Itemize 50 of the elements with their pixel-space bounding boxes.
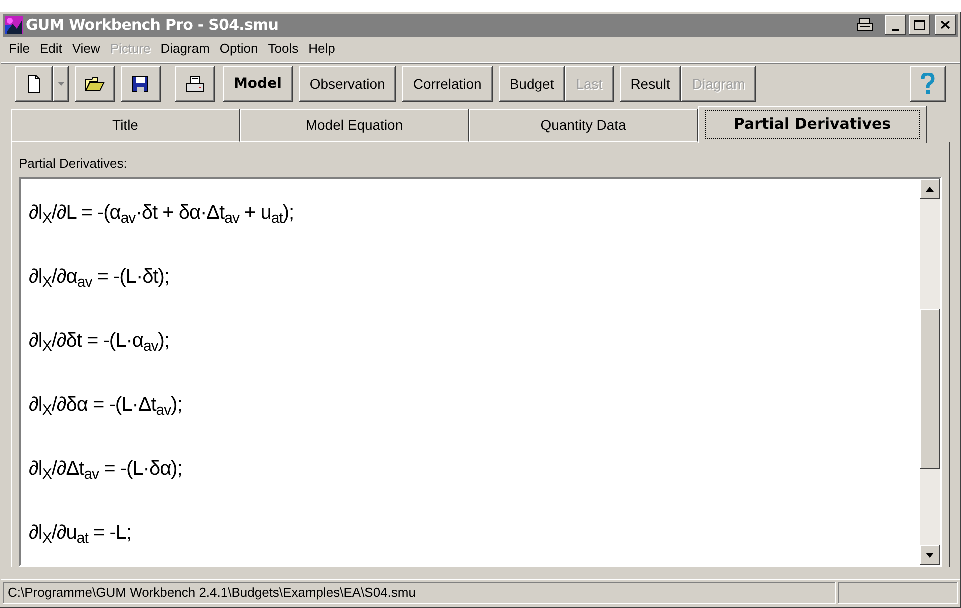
menu-item[interactable]: File (4, 39, 35, 59)
equation: ∂l$_{X}$/∂Δt$_{av}$ = -(L·δα); (29, 457, 182, 484)
new-button[interactable] (15, 66, 53, 102)
menu-item[interactable]: Tools (263, 39, 304, 59)
open-button[interactable] (75, 66, 115, 102)
maximize-button[interactable] (909, 15, 930, 36)
toolbar-button[interactable]: Correlation (402, 66, 493, 102)
equation: ∂l$_{X}$/∂α$_{av}$ = -(L·δt); (29, 265, 170, 292)
tab[interactable]: Title (11, 108, 240, 142)
vertical-scrollbar[interactable] (920, 179, 940, 566)
help-icon (921, 73, 935, 96)
up-arrow-icon (926, 186, 934, 192)
menu-item[interactable]: View (67, 39, 106, 59)
scroll-down-button[interactable] (920, 545, 940, 566)
minimize-icon (892, 29, 899, 32)
equation: ∂l$_{X}$/∂u$_{at}$ = -L; (29, 521, 132, 548)
scroll-thumb[interactable] (920, 309, 940, 470)
folder-icon (85, 74, 105, 94)
panel-label: Partial Derivatives: (19, 154, 128, 173)
toolbar-button[interactable]: Model (223, 66, 293, 102)
menu-item[interactable]: Option (214, 39, 264, 59)
menu-item[interactable]: Diagram (156, 39, 215, 59)
status-bar-path: C:\Programme\GUM Workbench 2.4.1\Budgets\Examples\EA\S04.smu (3, 582, 836, 604)
print-button[interactable] (175, 66, 215, 102)
maximize-icon (914, 20, 925, 30)
new-document-icon (25, 74, 43, 94)
tab[interactable]: Model Equation (240, 108, 469, 142)
scroll-up-button[interactable] (920, 179, 940, 200)
toolbar-button[interactable]: Result (620, 66, 682, 102)
save-button[interactable] (121, 66, 161, 102)
caret-icon (58, 82, 64, 86)
menu-item[interactable]: Help (304, 39, 340, 59)
equation: ∂l$_{X}$/∂δα = -(L·Δt$_{av}$); (29, 393, 182, 420)
window-title: GUM Workbench Pro - S04.smu (26, 15, 279, 36)
down-arrow-icon (926, 552, 934, 558)
help-button[interactable] (910, 66, 946, 102)
printer-icon (857, 18, 873, 32)
printer-icon (185, 74, 205, 94)
minimize-button[interactable] (885, 15, 906, 36)
dropdown-button[interactable] (53, 66, 69, 102)
toolbar-button[interactable]: Budget (498, 66, 566, 102)
tab[interactable]: Quantity Data (469, 108, 698, 142)
app-logo-icon (5, 16, 23, 34)
tab[interactable]: Partial Derivatives (698, 106, 927, 143)
toolbar-button[interactable]: Observation (298, 66, 396, 102)
equation: ∂l$_{X}$/∂δt = -(L·α$_{av}$); (29, 329, 170, 356)
equation: ∂l$_{X}$/∂L = -(α$_{av}$·δt + δα·Δt$_{av}$ + u$_{at}$); (29, 201, 294, 228)
close-icon (941, 21, 950, 30)
menu-item[interactable]: Edit (34, 39, 68, 59)
close-button[interactable] (935, 15, 956, 36)
